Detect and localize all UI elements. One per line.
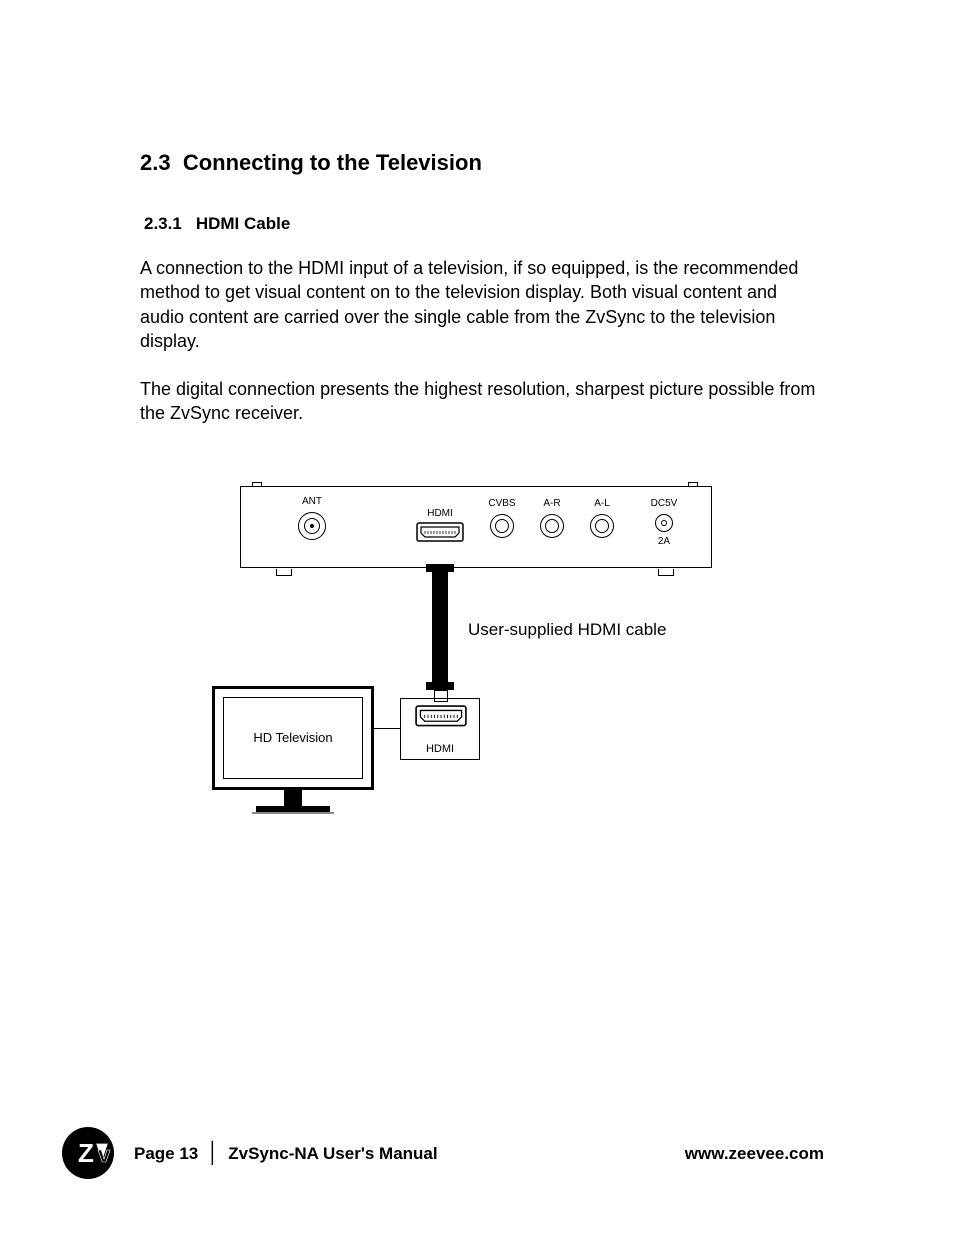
zvsync-rear-panel: ANT HDMI — [240, 476, 710, 576]
cable-caption: User-supplied HDMI cable — [468, 620, 666, 640]
tv-screen-label: HD Television — [223, 697, 363, 779]
television-icon: HD Television — [212, 686, 374, 826]
tv-port-label-hdmi: HDMI — [401, 743, 479, 755]
port-label-cvbs: CVBS — [482, 498, 522, 509]
tv-frame: HD Television — [212, 686, 374, 790]
port-label-al: A-L — [582, 498, 622, 509]
device-foot — [658, 569, 674, 576]
svg-text:v: v — [98, 1142, 111, 1167]
section-number: 2.3 — [140, 150, 171, 175]
tv-stand-shadow — [252, 812, 334, 814]
section-heading: 2.3 Connecting to the Television — [140, 150, 824, 176]
port-hdmi: HDMI — [416, 512, 464, 546]
rca-connector-icon — [540, 514, 564, 538]
tv-connector-line — [374, 728, 400, 729]
port-label-hdmi: HDMI — [420, 508, 460, 519]
port-label-dc5v: DC5V — [644, 498, 684, 509]
coax-connector-icon — [298, 512, 326, 540]
body-paragraph: A connection to the HDMI input of a tele… — [140, 256, 824, 353]
port-label-dc-amp: 2A — [644, 536, 684, 547]
device-foot — [276, 569, 292, 576]
footer-url: www.zeevee.com — [685, 1144, 824, 1164]
zv-logo-icon: Z v — [60, 1125, 116, 1181]
port-label-ant: ANT — [292, 496, 332, 507]
footer-text: Page 13 │ ZvSync-NA User's Manual www.ze… — [134, 1142, 824, 1165]
port-label-ar: A-R — [532, 498, 572, 509]
tv-hdmi-inset: HDMI — [400, 698, 480, 760]
connection-diagram: ANT HDMI — [140, 476, 824, 876]
dc-jack-icon — [655, 514, 673, 532]
hdmi-cable-icon — [432, 568, 448, 686]
subsection-title: HDMI Cable — [196, 214, 290, 233]
section-title: Connecting to the Television — [183, 150, 482, 175]
rca-connector-icon — [590, 514, 614, 538]
rca-connector-icon — [490, 514, 514, 538]
hdmi-connector-icon — [416, 522, 464, 546]
subsection-number: 2.3.1 — [144, 214, 182, 233]
body-paragraph: The digital connection presents the high… — [140, 377, 824, 426]
footer-left: Page 13 │ ZvSync-NA User's Manual — [134, 1142, 438, 1165]
svg-text:Z: Z — [78, 1138, 94, 1168]
hdmi-cable-plug-icon — [426, 682, 454, 690]
pipe-separator-icon: │ — [207, 1142, 220, 1164]
page-footer: Z v Page 13 │ ZvSync-NA User's Manual ww… — [60, 1125, 824, 1181]
document-page: 2.3 Connecting to the Television 2.3.1 HD… — [0, 0, 954, 1235]
footer-manual-title: ZvSync-NA User's Manual — [228, 1144, 437, 1163]
subsection-heading: 2.3.1 HDMI Cable — [144, 214, 824, 234]
footer-page: Page 13 — [134, 1144, 198, 1163]
hdmi-connector-icon — [413, 705, 469, 731]
